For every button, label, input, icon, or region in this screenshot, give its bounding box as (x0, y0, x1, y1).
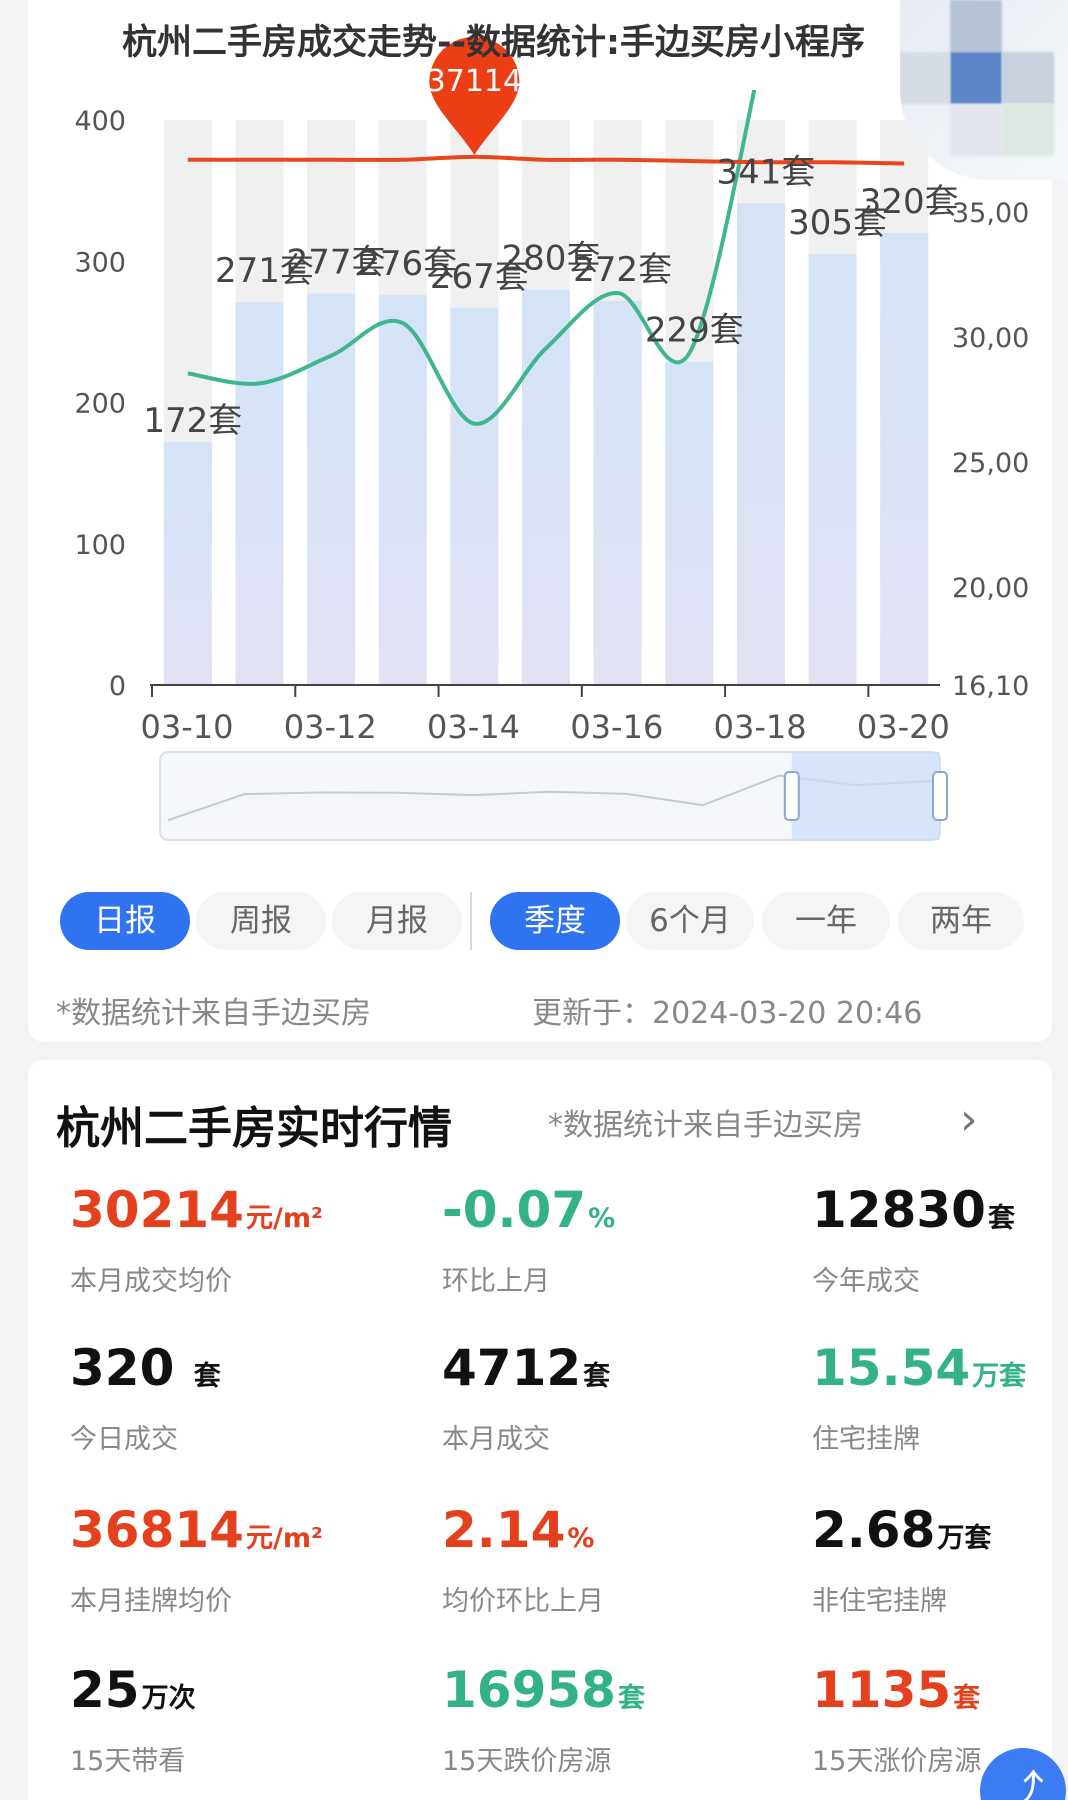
bar-value-label: 229套 (645, 311, 744, 351)
bar (378, 295, 427, 685)
metric-unit: 元/m² (245, 1203, 323, 1234)
metric-label: 住宅挂牌 (812, 1424, 920, 1455)
metric-label: 本月挂牌均价 (70, 1586, 232, 1617)
tab-0[interactable]: 日报 (60, 892, 190, 950)
trend-chart[interactable]: 400300200100035,0030,0025,0020,0016,1003… (0, 0, 1068, 860)
zoom-slider-window[interactable] (791, 752, 940, 840)
metric-item: 12830套今年成交 (812, 1180, 1068, 1298)
tab-3[interactable]: 季度 (490, 892, 620, 950)
bar-value-label: 272套 (573, 250, 672, 290)
metric-item: 16958套 15天跌价房源 (442, 1660, 762, 1778)
y-left-tick-label: 100 (74, 530, 126, 561)
metric-item: 320 套今日成交 (70, 1338, 390, 1456)
metric-item: 15.54万套住宅挂牌 (812, 1338, 1068, 1456)
tab-6[interactable]: 两年 (898, 892, 1024, 950)
metric-item: 2.68万套非住宅挂牌 (812, 1500, 1068, 1618)
market-title: 杭州二手房实时行情 (56, 1103, 452, 1154)
metric-value: 15.54万套 (812, 1339, 1027, 1397)
y-right-tick-label: 20,00 (952, 573, 1029, 604)
x-tick-label: 03-16 (570, 708, 663, 746)
metric-value: 2.68万套 (812, 1501, 992, 1559)
tab-5[interactable]: 一年 (762, 892, 890, 950)
metric-label: 今日成交 (70, 1424, 178, 1455)
metric-item: 30214元/m² 本月成交均价 (70, 1180, 390, 1298)
metric-label: 今年成交 (812, 1266, 920, 1297)
marker-label: 37114 (427, 64, 522, 99)
period-tabs: 日报 周报 月报 季度 6个月 一年 两年 (0, 892, 1068, 950)
metric-label: 15天跌价房源 (442, 1746, 612, 1777)
metric-unit: 套 (193, 1361, 221, 1392)
metric-unit: % (567, 1523, 595, 1554)
zoom-handle-left[interactable] (783, 771, 800, 821)
bar-value-label: 341套 (716, 152, 815, 192)
metric-item: 2.14% 均价环比上月 (442, 1500, 762, 1618)
metric-value: 36814元/m² (70, 1501, 323, 1559)
y-right-tick-label: 25,00 (952, 448, 1029, 479)
x-tick-label: 03-14 (427, 708, 520, 746)
metric-value: 4712套 (442, 1339, 611, 1397)
bar (235, 302, 284, 685)
x-tick-label: 03-12 (284, 708, 377, 746)
y-left-tick-label: 400 (74, 106, 126, 137)
metric-unit: 万套 (972, 1361, 1027, 1392)
chevron-right-icon[interactable]: › (960, 1094, 978, 1145)
x-tick-label: 03-10 (141, 708, 234, 746)
metric-value: 16958套 (442, 1661, 645, 1719)
y-right-tick-label: 30,00 (952, 323, 1029, 354)
metric-unit: 套 (987, 1203, 1015, 1234)
bar (163, 442, 212, 685)
metric-value: 25万次 (70, 1661, 196, 1719)
tab-1[interactable]: 周报 (196, 892, 326, 950)
y-left-tick-label: 300 (74, 247, 126, 278)
y-left-tick-label: 200 (74, 389, 126, 420)
blurred-avatar (900, 0, 1068, 180)
tab-4[interactable]: 6个月 (626, 892, 754, 950)
metric-unit: 万次 (141, 1683, 196, 1714)
metric-value: 12830套 (812, 1181, 1015, 1239)
update-time: 更新于：2024-03-20 20:46 (532, 996, 923, 1031)
metric-value: 2.14% (442, 1501, 595, 1559)
metric-item: -0.07% 环比上月 (442, 1180, 762, 1298)
bar (665, 361, 714, 685)
metric-label: 本月成交 (442, 1424, 550, 1455)
y-right-tick-label: 16,10 (952, 671, 1029, 702)
metric-value: -0.07% (442, 1181, 616, 1239)
metric-label: 均价环比上月 (442, 1586, 604, 1617)
metric-unit: 套 (953, 1683, 981, 1714)
bar-value-label: 172套 (143, 401, 242, 441)
metric-value: 30214元/m² (70, 1181, 323, 1239)
zoom-handle-right[interactable] (932, 771, 948, 821)
bar (450, 307, 499, 685)
metric-item: 4712套本月成交 (442, 1338, 762, 1456)
bar (736, 203, 785, 685)
metric-unit: 元/m² (245, 1523, 323, 1554)
metric-item: 25万次 15天带看 (70, 1660, 390, 1778)
metric-unit: % (588, 1203, 616, 1234)
metric-value: 1135套 (812, 1661, 981, 1719)
x-tick-label: 03-18 (714, 708, 807, 746)
metric-unit: 万套 (937, 1523, 992, 1554)
tab-2[interactable]: 月报 (332, 892, 462, 950)
data-source-note: *数据统计来自手边买房 (56, 996, 371, 1031)
bar (880, 233, 929, 685)
bar (808, 254, 857, 685)
chart-title: 杭州二手房成交走势--数据统计:手边买房小程序 (122, 23, 866, 63)
metric-item: 36814元/m² 本月挂牌均价 (70, 1500, 390, 1618)
x-tick-label: 03-20 (857, 708, 950, 746)
bar (307, 293, 356, 685)
metric-value: 320 套 (70, 1339, 221, 1397)
metric-label: 环比上月 (442, 1266, 550, 1297)
metric-label: 15天带看 (70, 1746, 186, 1777)
metric-label: 非住宅挂牌 (812, 1586, 947, 1617)
metric-label: 本月成交均价 (70, 1266, 232, 1297)
metric-unit: 套 (617, 1683, 645, 1714)
market-source-note: *数据统计来自手边买房 (548, 1108, 863, 1143)
bar-value-label: 320套 (860, 182, 959, 222)
y-left-tick-label: 0 (109, 671, 126, 702)
bar (593, 300, 642, 685)
y-right-tick-label: 35,00 (952, 198, 1029, 229)
metric-unit: 套 (583, 1361, 611, 1392)
tab-divider (470, 892, 472, 950)
